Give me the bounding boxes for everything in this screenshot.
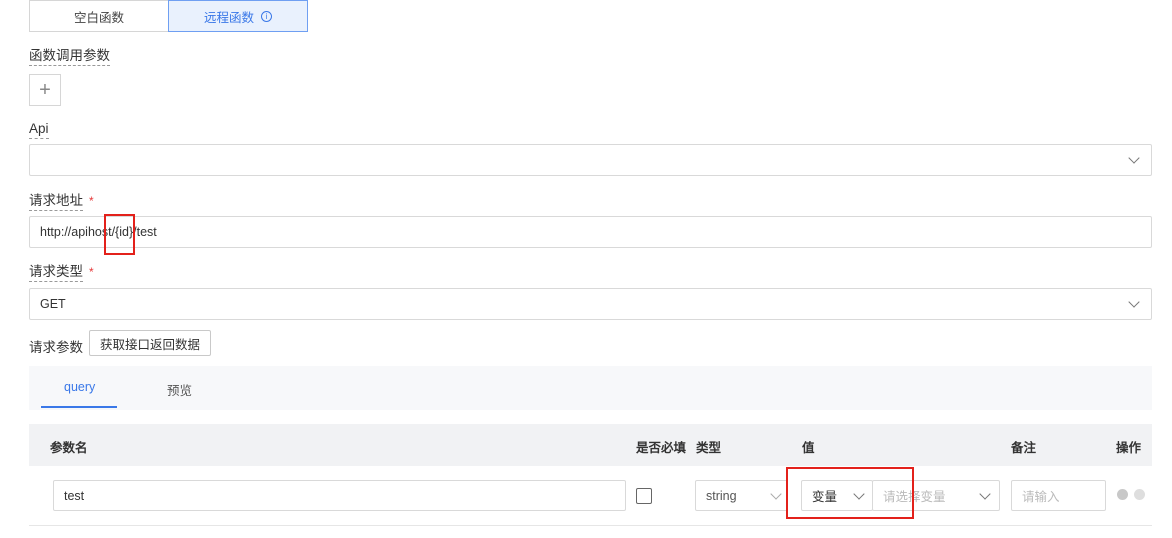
required-mark: * [89,194,94,208]
add-row-icon[interactable] [1117,489,1128,500]
chevron-down-icon [770,488,782,500]
variable-select-placeholder: 请选择变量 [883,490,946,504]
remark-placeholder: 请输入 [1022,490,1060,504]
variable-select[interactable]: 请选择变量 [872,480,1000,511]
fetch-response-button[interactable]: 获取接口返回数据 [89,330,211,356]
plus-icon: + [39,78,51,101]
blank-function-label: 空白函数 [73,10,124,25]
required-mark: * [89,265,94,279]
api-select[interactable] [29,144,1152,176]
column-header-required: 是否必填 [636,441,687,455]
column-header-actions: 操作 [1116,441,1142,455]
request-url-input[interactable]: http://apihost/{id}/test [29,216,1152,248]
request-url-label-text: 请求地址 [29,193,83,208]
value-mode-value: 变量 [812,490,838,504]
tab-query[interactable]: query [64,380,95,394]
active-tab-indicator [41,406,117,408]
value-mode-select[interactable]: 变量 [801,480,873,511]
type-value: string [706,488,737,503]
type-select[interactable]: string [695,480,788,511]
params-table-header: 参数名 是否必填 类型 值 备注 操作 [29,424,1152,466]
function-params-label: 函数调用参数 [29,47,110,66]
info-icon[interactable]: i [261,10,272,22]
column-header-remark: 备注 [1011,441,1037,455]
remote-function-label: 远程函数 [203,10,254,25]
chevron-down-icon [853,488,865,500]
request-type-select[interactable]: GET [29,288,1152,320]
params-tabbar: query 预览 [29,366,1152,410]
param-name-value: test [64,488,85,503]
tab-preview[interactable]: 预览 [167,380,192,399]
request-type-value: GET [40,297,66,311]
request-type-label-text: 请求类型 [29,264,83,279]
request-type-label: 请求类型 [29,263,83,282]
api-label: Api [29,120,49,139]
remove-row-icon[interactable] [1134,489,1145,500]
request-url-value: http://apihost/{id}/test [40,225,157,239]
remark-input[interactable]: 请输入 [1011,480,1106,511]
column-header-name: 参数名 [50,441,88,455]
required-checkbox[interactable] [636,488,652,504]
chevron-down-icon [1128,152,1140,164]
column-header-value: 值 [802,441,815,455]
column-header-type: 类型 [696,441,722,455]
blank-function-tab[interactable]: 空白函数 [29,0,169,32]
chevron-down-icon [979,488,991,500]
row-divider [29,525,1152,526]
remote-function-tab[interactable]: 远程函数 i [168,0,308,32]
request-params-label: 请求参数 [29,340,83,355]
add-param-button[interactable]: + [29,74,61,106]
chevron-down-icon [1128,296,1140,308]
param-name-input[interactable]: test [53,480,626,511]
request-url-label: 请求地址 [29,192,83,211]
